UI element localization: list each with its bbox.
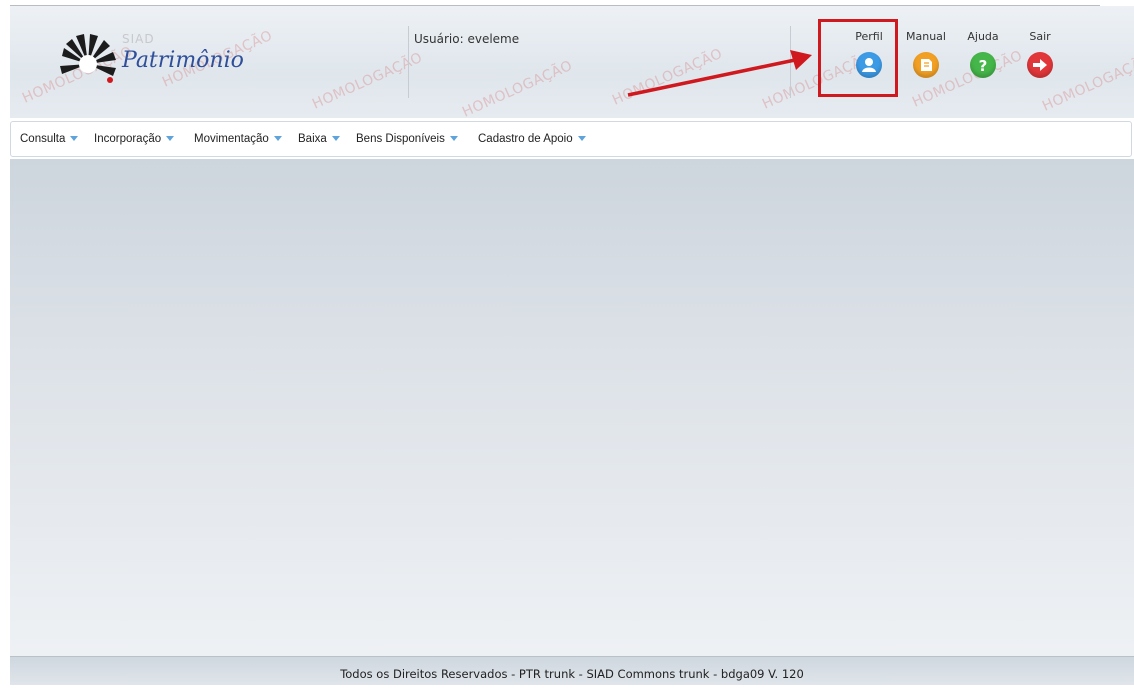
menu-cadastro-de-apoio[interactable]: Cadastro de Apoio — [478, 133, 586, 145]
manual-button[interactable]: Manual — [901, 30, 951, 78]
menu-baixa[interactable]: Baixa — [298, 133, 340, 145]
question-icon[interactable]: ? — [970, 52, 996, 78]
header-divider — [790, 26, 791, 98]
content-area — [10, 159, 1134, 656]
menu-label: Cadastro de Apoio — [478, 133, 573, 145]
document-icon[interactable] — [913, 52, 939, 78]
watermark: HOMOLOGAÇÃO — [460, 57, 576, 118]
header-divider — [408, 26, 409, 98]
footer-text: Todos os Direitos Reservados - PTR trunk… — [340, 667, 804, 681]
menu-bens-disponiveis[interactable]: Bens Disponíveis — [356, 133, 458, 145]
menu-label: Bens Disponíveis — [356, 133, 445, 145]
menu-movimentacao[interactable]: Movimentação — [194, 133, 282, 145]
app-title: Patrimônio — [122, 48, 244, 73]
footer: Todos os Direitos Reservados - PTR trunk… — [10, 656, 1134, 685]
menu-consulta[interactable]: Consulta — [20, 133, 79, 145]
unicamp-logo-icon — [58, 34, 118, 94]
main-menu: Consulta Incorporação Movimentação Baixa… — [10, 121, 1132, 157]
exit-arrow-icon[interactable] — [1027, 52, 1053, 78]
menu-label: Consulta — [20, 133, 66, 145]
caret-down-icon — [70, 136, 79, 142]
perfil-highlight-box — [818, 19, 898, 97]
sair-button[interactable]: Sair — [1015, 30, 1065, 78]
caret-down-icon — [577, 136, 586, 142]
siad-label: SIAD — [122, 32, 155, 46]
menu-label: Incorporação — [94, 133, 162, 145]
caret-down-icon — [331, 136, 340, 142]
svg-text:?: ? — [979, 57, 988, 75]
menu-incorporacao[interactable]: Incorporação — [94, 133, 175, 145]
caret-down-icon — [273, 136, 282, 142]
user-info: Usuário: eveleme — [414, 32, 520, 46]
sair-label: Sair — [1029, 30, 1051, 43]
caret-down-icon — [449, 136, 458, 142]
menu-label: Movimentação — [194, 133, 269, 145]
watermark: HOMOLOGAÇÃO — [610, 45, 726, 109]
menu-label: Baixa — [298, 133, 327, 145]
ajuda-label: Ajuda — [967, 30, 999, 43]
ajuda-button[interactable]: Ajuda ? — [958, 30, 1008, 78]
app-header: HOMOLOGAÇÃO HOMOLOGAÇÃO HOMOLOGAÇÃO HOMO… — [10, 6, 1134, 118]
caret-down-icon — [166, 136, 175, 142]
manual-label: Manual — [906, 30, 946, 43]
